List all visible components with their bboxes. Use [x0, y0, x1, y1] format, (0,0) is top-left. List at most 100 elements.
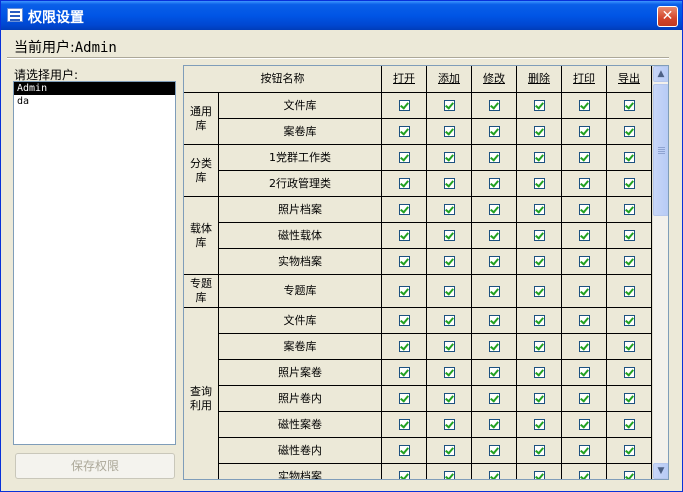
- checkbox-checked-icon[interactable]: [623, 204, 635, 215]
- permission-cell[interactable]: [607, 171, 652, 197]
- permission-cell[interactable]: [427, 275, 472, 308]
- checkbox-checked-icon[interactable]: [443, 178, 455, 189]
- checkbox-checked-icon[interactable]: [488, 393, 500, 404]
- permission-cell[interactable]: [517, 308, 562, 334]
- permission-cell[interactable]: [427, 386, 472, 412]
- checkbox-checked-icon[interactable]: [533, 315, 545, 326]
- checkbox-checked-icon[interactable]: [623, 315, 635, 326]
- permission-cell[interactable]: [607, 275, 652, 308]
- checkbox-checked-icon[interactable]: [533, 471, 545, 479]
- permission-cell[interactable]: [472, 360, 517, 386]
- permission-cell[interactable]: [517, 223, 562, 249]
- checkbox-checked-icon[interactable]: [578, 152, 590, 163]
- user-list-item[interactable]: da: [14, 95, 175, 108]
- permission-cell[interactable]: [382, 438, 427, 464]
- permission-cell[interactable]: [607, 386, 652, 412]
- checkbox-checked-icon[interactable]: [398, 393, 410, 404]
- close-icon[interactable]: ✕: [657, 6, 678, 27]
- header-action[interactable]: 打印: [562, 66, 607, 93]
- checkbox-checked-icon[interactable]: [623, 393, 635, 404]
- title-bar[interactable]: 权限设置 ✕: [1, 1, 682, 30]
- checkbox-checked-icon[interactable]: [488, 100, 500, 111]
- permission-cell[interactable]: [562, 334, 607, 360]
- checkbox-checked-icon[interactable]: [488, 285, 500, 297]
- checkbox-checked-icon[interactable]: [533, 393, 545, 404]
- permission-cell[interactable]: [427, 249, 472, 275]
- permission-cell[interactable]: [427, 197, 472, 223]
- user-list-item[interactable]: Admin: [14, 82, 175, 95]
- checkbox-checked-icon[interactable]: [623, 285, 635, 297]
- checkbox-checked-icon[interactable]: [623, 341, 635, 352]
- permission-cell[interactable]: [427, 145, 472, 171]
- checkbox-checked-icon[interactable]: [398, 152, 410, 163]
- scroll-down-icon[interactable]: ▼: [653, 463, 668, 479]
- permission-cell[interactable]: [472, 308, 517, 334]
- checkbox-checked-icon[interactable]: [443, 445, 455, 456]
- checkbox-checked-icon[interactable]: [488, 152, 500, 163]
- checkbox-checked-icon[interactable]: [488, 126, 500, 137]
- checkbox-checked-icon[interactable]: [578, 100, 590, 111]
- checkbox-checked-icon[interactable]: [578, 256, 590, 267]
- permission-cell[interactable]: [427, 360, 472, 386]
- permission-cell[interactable]: [607, 249, 652, 275]
- permission-cell[interactable]: [607, 197, 652, 223]
- permission-cell[interactable]: [382, 308, 427, 334]
- permission-cell[interactable]: [472, 386, 517, 412]
- checkbox-checked-icon[interactable]: [533, 204, 545, 215]
- permission-cell[interactable]: [427, 464, 472, 479]
- permission-cell[interactable]: [562, 223, 607, 249]
- permission-cell[interactable]: [472, 223, 517, 249]
- checkbox-checked-icon[interactable]: [578, 126, 590, 137]
- permission-cell[interactable]: [427, 171, 472, 197]
- checkbox-checked-icon[interactable]: [533, 445, 545, 456]
- checkbox-checked-icon[interactable]: [443, 315, 455, 326]
- checkbox-checked-icon[interactable]: [578, 445, 590, 456]
- permission-cell[interactable]: [517, 249, 562, 275]
- permission-cell[interactable]: [472, 145, 517, 171]
- checkbox-checked-icon[interactable]: [533, 419, 545, 430]
- checkbox-checked-icon[interactable]: [443, 367, 455, 378]
- vertical-scrollbar[interactable]: ▲ ▼: [652, 66, 668, 479]
- scroll-up-icon[interactable]: ▲: [653, 66, 668, 82]
- checkbox-checked-icon[interactable]: [578, 471, 590, 479]
- checkbox-checked-icon[interactable]: [488, 471, 500, 479]
- permission-cell[interactable]: [472, 171, 517, 197]
- checkbox-checked-icon[interactable]: [533, 126, 545, 137]
- permission-cell[interactable]: [517, 360, 562, 386]
- permission-cell[interactable]: [607, 464, 652, 479]
- checkbox-checked-icon[interactable]: [443, 204, 455, 215]
- checkbox-checked-icon[interactable]: [398, 178, 410, 189]
- permission-cell[interactable]: [607, 308, 652, 334]
- save-permissions-button[interactable]: 保存权限: [15, 453, 175, 479]
- permission-cell[interactable]: [562, 93, 607, 119]
- checkbox-checked-icon[interactable]: [488, 256, 500, 267]
- permission-cell[interactable]: [562, 360, 607, 386]
- permission-cell[interactable]: [472, 249, 517, 275]
- permission-cell[interactable]: [472, 119, 517, 145]
- permission-cell[interactable]: [472, 464, 517, 479]
- permission-cell[interactable]: [382, 171, 427, 197]
- permission-cell[interactable]: [382, 119, 427, 145]
- checkbox-checked-icon[interactable]: [443, 256, 455, 267]
- checkbox-checked-icon[interactable]: [398, 419, 410, 430]
- checkbox-checked-icon[interactable]: [398, 204, 410, 215]
- permission-cell[interactable]: [607, 360, 652, 386]
- checkbox-checked-icon[interactable]: [578, 419, 590, 430]
- permission-cell[interactable]: [607, 145, 652, 171]
- checkbox-checked-icon[interactable]: [533, 341, 545, 352]
- checkbox-checked-icon[interactable]: [578, 341, 590, 352]
- permission-cell[interactable]: [562, 438, 607, 464]
- permission-cell[interactable]: [472, 197, 517, 223]
- checkbox-checked-icon[interactable]: [398, 315, 410, 326]
- permission-cell[interactable]: [382, 386, 427, 412]
- checkbox-checked-icon[interactable]: [488, 419, 500, 430]
- checkbox-checked-icon[interactable]: [488, 341, 500, 352]
- permission-cell[interactable]: [472, 334, 517, 360]
- permission-cell[interactable]: [427, 334, 472, 360]
- checkbox-checked-icon[interactable]: [398, 126, 410, 137]
- permission-cell[interactable]: [517, 275, 562, 308]
- checkbox-checked-icon[interactable]: [578, 285, 590, 297]
- checkbox-checked-icon[interactable]: [443, 419, 455, 430]
- permission-cell[interactable]: [472, 412, 517, 438]
- checkbox-checked-icon[interactable]: [623, 419, 635, 430]
